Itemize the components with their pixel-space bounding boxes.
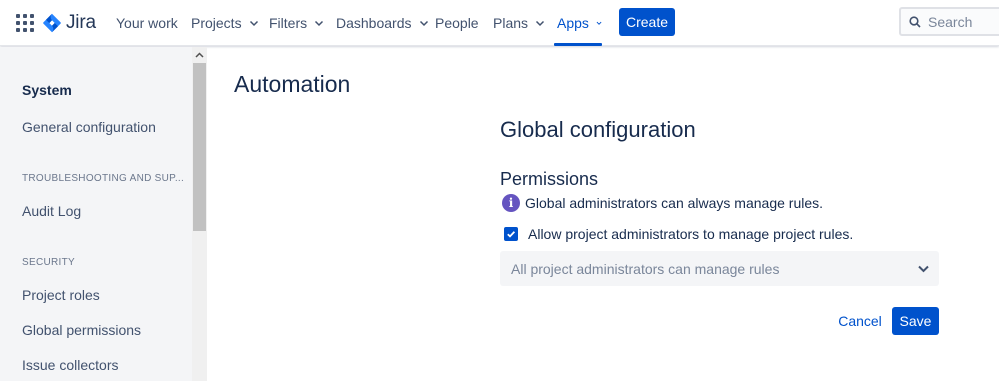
scroll-up-arrow-icon[interactable] <box>192 49 207 61</box>
nav-label: Apps <box>557 15 589 31</box>
nav-label: Dashboards <box>336 15 412 31</box>
permissions-heading: Permissions <box>500 169 599 189</box>
nav-people[interactable]: People <box>435 0 479 46</box>
page-title: Automation <box>234 71 351 97</box>
search-input[interactable] <box>928 13 998 30</box>
allow-project-admins-row[interactable]: Allow project administrators to manage p… <box>504 226 853 242</box>
top-navigation: Jira Your work Projects Filters Dashboar… <box>0 0 999 46</box>
section-title: Global configuration <box>500 117 696 142</box>
sidebar-item-global-permissions[interactable]: Global permissions <box>22 322 141 338</box>
chevron-down-icon <box>249 20 258 27</box>
nav-label: Plans <box>493 15 529 31</box>
select-value: All project administrators can manage ru… <box>511 260 780 277</box>
admin-sidebar: System General configuration TROUBLESHOO… <box>0 47 207 381</box>
chevron-down-icon <box>596 21 602 25</box>
checkmark-icon <box>507 231 516 238</box>
nav-dashboards[interactable]: Dashboards <box>336 0 429 46</box>
info-icon: i <box>502 194 520 212</box>
sidebar-item-system[interactable]: System <box>22 82 72 98</box>
nav-filters[interactable]: Filters <box>269 0 324 46</box>
nav-your-work[interactable]: Your work <box>116 0 178 46</box>
sidebar-scrollbar[interactable] <box>192 47 207 381</box>
nav-apps[interactable]: Apps <box>554 0 602 46</box>
jira-logo-text: Jira <box>66 12 96 33</box>
info-text: Global administrators can always manage … <box>525 195 824 211</box>
nav-plans[interactable]: Plans <box>493 0 545 46</box>
sidebar-heading-security: SECURITY <box>22 257 75 268</box>
nav-label: People <box>435 15 479 31</box>
checkbox-label[interactable]: Allow project administrators to manage p… <box>528 226 853 242</box>
chevron-down-icon <box>918 265 929 273</box>
create-button[interactable]: Create <box>619 8 675 36</box>
scrollbar-thumb[interactable] <box>193 63 206 231</box>
sidebar-item-general-configuration[interactable]: General configuration <box>22 119 156 135</box>
nav-label: Filters <box>269 15 308 31</box>
jira-logo[interactable]: Jira <box>42 12 96 34</box>
sidebar-item-audit-log[interactable]: Audit Log <box>22 203 81 219</box>
sidebar-heading-troubleshooting: TROUBLESHOOTING AND SUP... <box>22 173 185 184</box>
project-admin-scope-select[interactable]: All project administrators can manage ru… <box>500 251 939 286</box>
cancel-button[interactable]: Cancel <box>832 307 888 335</box>
sidebar-item-issue-collectors[interactable]: Issue collectors <box>22 357 118 373</box>
save-button[interactable]: Save <box>892 307 939 335</box>
info-message: i Global administrators can always manag… <box>502 194 823 212</box>
nav-projects[interactable]: Projects <box>191 0 259 46</box>
chevron-down-icon <box>315 20 324 27</box>
nav-label: Projects <box>191 15 242 31</box>
allow-project-admins-checkbox[interactable] <box>504 227 518 241</box>
jira-logo-icon <box>43 13 61 33</box>
search-box[interactable] <box>899 7 999 36</box>
chevron-down-icon <box>536 20 545 27</box>
sidebar-item-project-roles[interactable]: Project roles <box>22 287 100 303</box>
search-icon <box>909 15 921 28</box>
nav-label: Your work <box>116 15 178 31</box>
app-switcher-icon[interactable] <box>16 14 34 32</box>
chevron-down-icon <box>419 20 428 27</box>
